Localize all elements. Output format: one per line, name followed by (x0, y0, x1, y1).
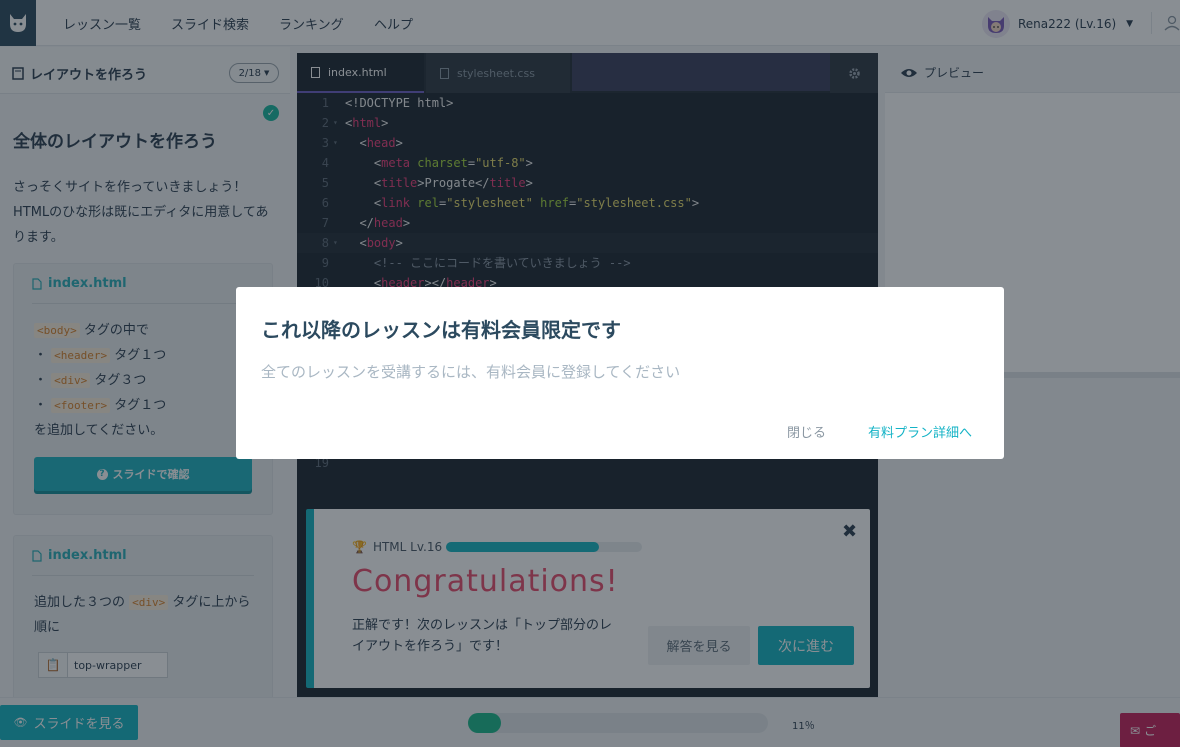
modal-title: これ以降のレッスンは有料会員限定です (261, 318, 621, 342)
paid-member-modal: これ以降のレッスンは有料会員限定です 全てのレッスンを受講するには、有料会員に登… (236, 287, 1004, 459)
congratulations-dim (306, 509, 870, 688)
modal-close-button[interactable]: 閉じる (787, 422, 826, 441)
modal-message: 全てのレッスンを受講するには、有料会員に登録してください (261, 363, 681, 381)
paid-plan-details-button[interactable]: 有料プラン詳細へ (868, 422, 972, 441)
